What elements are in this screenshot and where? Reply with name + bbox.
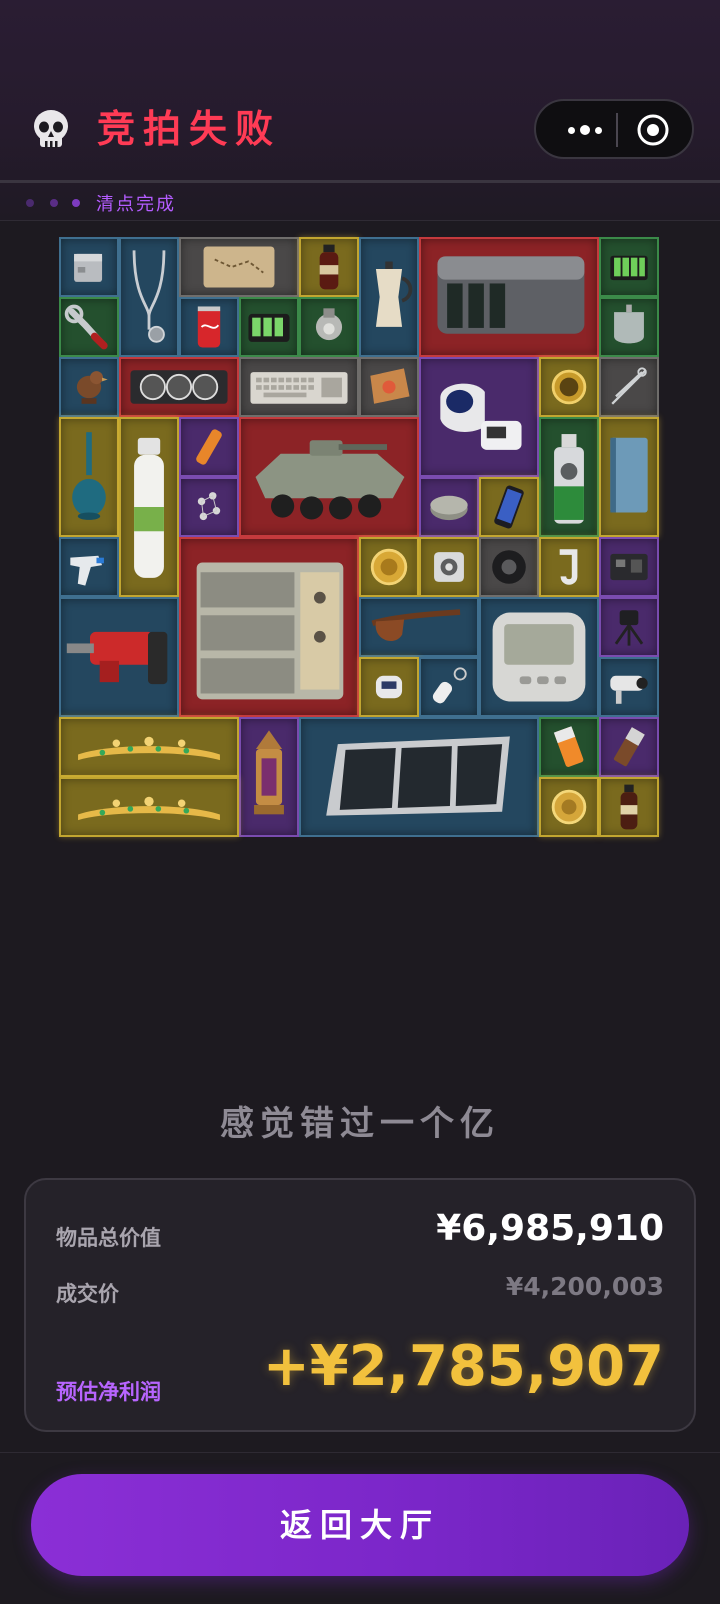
item-treasure-map[interactable] — [179, 237, 299, 297]
progress-dot — [72, 199, 80, 207]
item-gold-medallion[interactable] — [539, 777, 599, 837]
item-keyboard[interactable] — [239, 357, 359, 417]
item-gold-tiara-1[interactable] — [59, 717, 239, 777]
item-glass-vase[interactable] — [59, 417, 119, 537]
item-chocolate-bar[interactable] — [599, 717, 659, 777]
item-snack-bag[interactable] — [359, 357, 419, 417]
item-ornate-lantern[interactable] — [239, 717, 299, 837]
inventory-grid — [59, 237, 659, 837]
item-blood-pressure-monitor[interactable] — [419, 357, 539, 477]
item-book[interactable] — [599, 417, 659, 537]
item-solar-panel[interactable] — [299, 717, 539, 837]
item-smartphone[interactable] — [479, 477, 539, 537]
summary-card: 物品总价值 ¥6,985,910 成交价 ¥4,200,003 预估净利润 +¥… — [24, 1178, 696, 1432]
item-scissors[interactable] — [599, 357, 659, 417]
slogan-text: 感觉错过一个亿 — [220, 1104, 500, 1144]
item-oxygen-tank[interactable] — [119, 417, 179, 597]
item-circuit-board[interactable] — [599, 537, 659, 597]
item-oximeter[interactable] — [359, 657, 419, 717]
item-companion-cube[interactable] — [419, 537, 479, 597]
item-power-module[interactable] — [179, 537, 359, 717]
item-hook-clip[interactable] — [539, 537, 599, 597]
item-server-unit[interactable] — [419, 237, 599, 357]
item-flare[interactable] — [179, 417, 239, 477]
item-security-camera[interactable] — [599, 657, 659, 717]
item-digital-thermometer[interactable] — [479, 597, 599, 717]
target-circle-icon[interactable] — [636, 113, 670, 147]
item-soda-can[interactable] — [179, 297, 239, 357]
total-value-label: 物品总价值 — [56, 1226, 161, 1250]
item-cola-bottle[interactable] — [299, 237, 359, 297]
deal-price-value: ¥4,200,003 — [505, 1272, 664, 1301]
item-wrench[interactable] — [59, 297, 119, 357]
back-to-lobby-button[interactable]: 返回大厅 — [31, 1474, 689, 1576]
progress-dot — [50, 199, 58, 207]
mini-program-capsule — [534, 99, 694, 159]
item-demolition-hammer[interactable] — [59, 597, 179, 717]
item-metal-box[interactable] — [59, 237, 119, 297]
header-bar: 竞拍失败 — [0, 95, 720, 181]
capsule-divider — [616, 113, 618, 147]
item-spray-can[interactable] — [539, 417, 599, 537]
net-profit-label: 预估净利润 — [56, 1380, 161, 1404]
status-text: 清点完成 — [96, 194, 176, 215]
net-profit-value: +¥2,785,907 — [262, 1334, 664, 1399]
item-tuna-can[interactable] — [419, 477, 479, 537]
header-divider — [0, 180, 720, 183]
item-battery-cell[interactable] — [539, 717, 599, 777]
status-divider — [0, 220, 720, 221]
item-battery-pack[interactable] — [599, 237, 659, 297]
item-moka-pot[interactable] — [359, 237, 419, 357]
item-gold-compass[interactable] — [539, 357, 599, 417]
item-armored-vehicle[interactable] — [239, 417, 419, 537]
item-iv-bag[interactable] — [599, 297, 659, 357]
footer-divider — [0, 1452, 720, 1453]
item-lamp-bulb[interactable] — [299, 297, 359, 357]
deal-price-label: 成交价 — [56, 1282, 119, 1306]
item-tobacco-pipe[interactable] — [359, 597, 479, 657]
page-title: 竞拍失败 — [97, 107, 282, 151]
progress-dot — [26, 199, 34, 207]
total-value: ¥6,985,910 — [436, 1208, 664, 1249]
item-jewelry[interactable] — [179, 477, 239, 537]
skull-icon — [34, 110, 68, 148]
item-bird-statue[interactable] — [59, 357, 119, 417]
item-gold-coin[interactable] — [359, 537, 419, 597]
item-graphics-card[interactable] — [119, 357, 239, 417]
item-tape-roll[interactable] — [479, 537, 539, 597]
item-thermometer-gun[interactable] — [59, 537, 119, 597]
item-key-tag[interactable] — [419, 657, 479, 717]
item-stethoscope[interactable] — [119, 237, 179, 357]
item-coffee-bottle[interactable] — [599, 777, 659, 837]
item-battery-charger[interactable] — [239, 297, 299, 357]
item-tripod-mount[interactable] — [599, 597, 659, 657]
item-gold-tiara-2[interactable] — [59, 777, 239, 837]
more-dots-icon[interactable] — [558, 113, 618, 147]
